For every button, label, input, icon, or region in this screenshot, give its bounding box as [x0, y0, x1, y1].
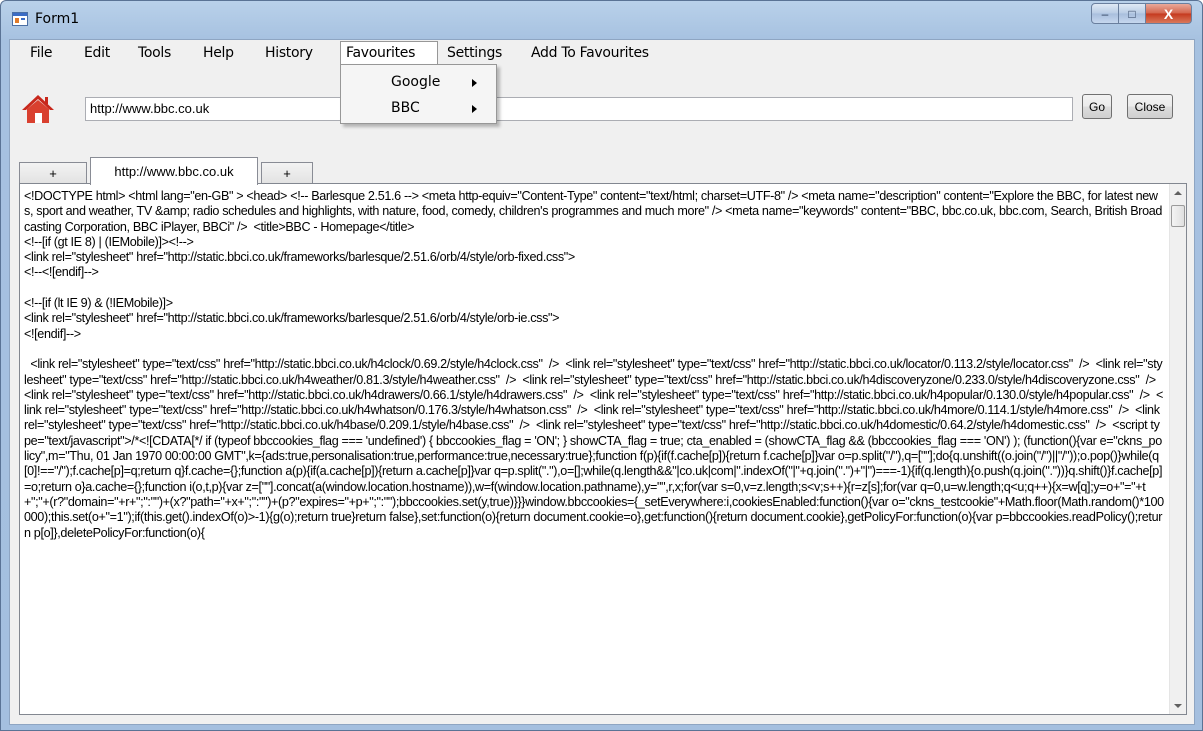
submenu-arrow-icon: [472, 79, 477, 87]
caption-buttons: – □ X: [1091, 3, 1192, 24]
source-viewer[interactable]: <!DOCTYPE html> <html lang="en-GB" > <he…: [19, 183, 1187, 715]
scroll-down-button[interactable]: [1170, 697, 1186, 714]
favourites-item-label: BBC: [391, 100, 420, 116]
menu-file[interactable]: File: [30, 45, 53, 61]
submenu-arrow-icon: [472, 105, 477, 113]
form-client-area: File Edit Tools Help History Favourites …: [9, 39, 1195, 725]
menu-favourites[interactable]: Favourites: [346, 45, 415, 61]
favourites-dropdown: Google BBC: [340, 64, 497, 124]
minimize-icon: –: [1101, 6, 1109, 21]
form-icon: [12, 12, 28, 26]
page-source-text[interactable]: <!DOCTYPE html> <html lang="en-GB" > <he…: [24, 189, 1164, 709]
close-window-button[interactable]: X: [1146, 3, 1192, 24]
close-button[interactable]: Close: [1127, 94, 1173, 119]
tab-bbc[interactable]: http://www.bbc.co.uk: [90, 157, 258, 185]
maximize-button[interactable]: □: [1119, 3, 1146, 24]
menu-history[interactable]: History: [265, 45, 313, 61]
scroll-up-button[interactable]: [1170, 184, 1186, 201]
arrow-up-icon: [1174, 190, 1182, 195]
scroll-thumb[interactable]: [1171, 205, 1185, 227]
tab-new-right[interactable]: +: [261, 162, 313, 184]
favourites-item-label: Google: [391, 74, 441, 90]
menu-help[interactable]: Help: [203, 45, 234, 61]
menu-bar: File Edit Tools Help History Favourites …: [10, 40, 1194, 65]
menu-edit[interactable]: Edit: [84, 45, 110, 61]
vertical-scrollbar[interactable]: [1169, 184, 1186, 714]
favourites-item-google[interactable]: Google: [342, 70, 495, 96]
menu-add-to-favourites[interactable]: Add To Favourites: [531, 45, 649, 61]
app-window: Form1 – □ X File Edit Tools Help History…: [0, 0, 1203, 731]
title-bar[interactable]: Form1 – □ X: [1, 1, 1202, 37]
menu-settings[interactable]: Settings: [447, 45, 502, 61]
maximize-icon: □: [1128, 6, 1136, 21]
go-button[interactable]: Go: [1082, 94, 1112, 119]
menu-tools[interactable]: Tools: [138, 45, 171, 61]
minimize-button[interactable]: –: [1091, 3, 1119, 24]
window-title: Form1: [35, 11, 80, 27]
home-icon[interactable]: [21, 93, 55, 125]
arrow-down-icon: [1174, 703, 1182, 708]
favourites-item-bbc[interactable]: BBC: [342, 96, 495, 122]
address-input[interactable]: http://www.bbc.co.uk: [85, 97, 1073, 121]
tab-new-left[interactable]: +: [19, 162, 87, 184]
close-icon: X: [1163, 5, 1174, 22]
